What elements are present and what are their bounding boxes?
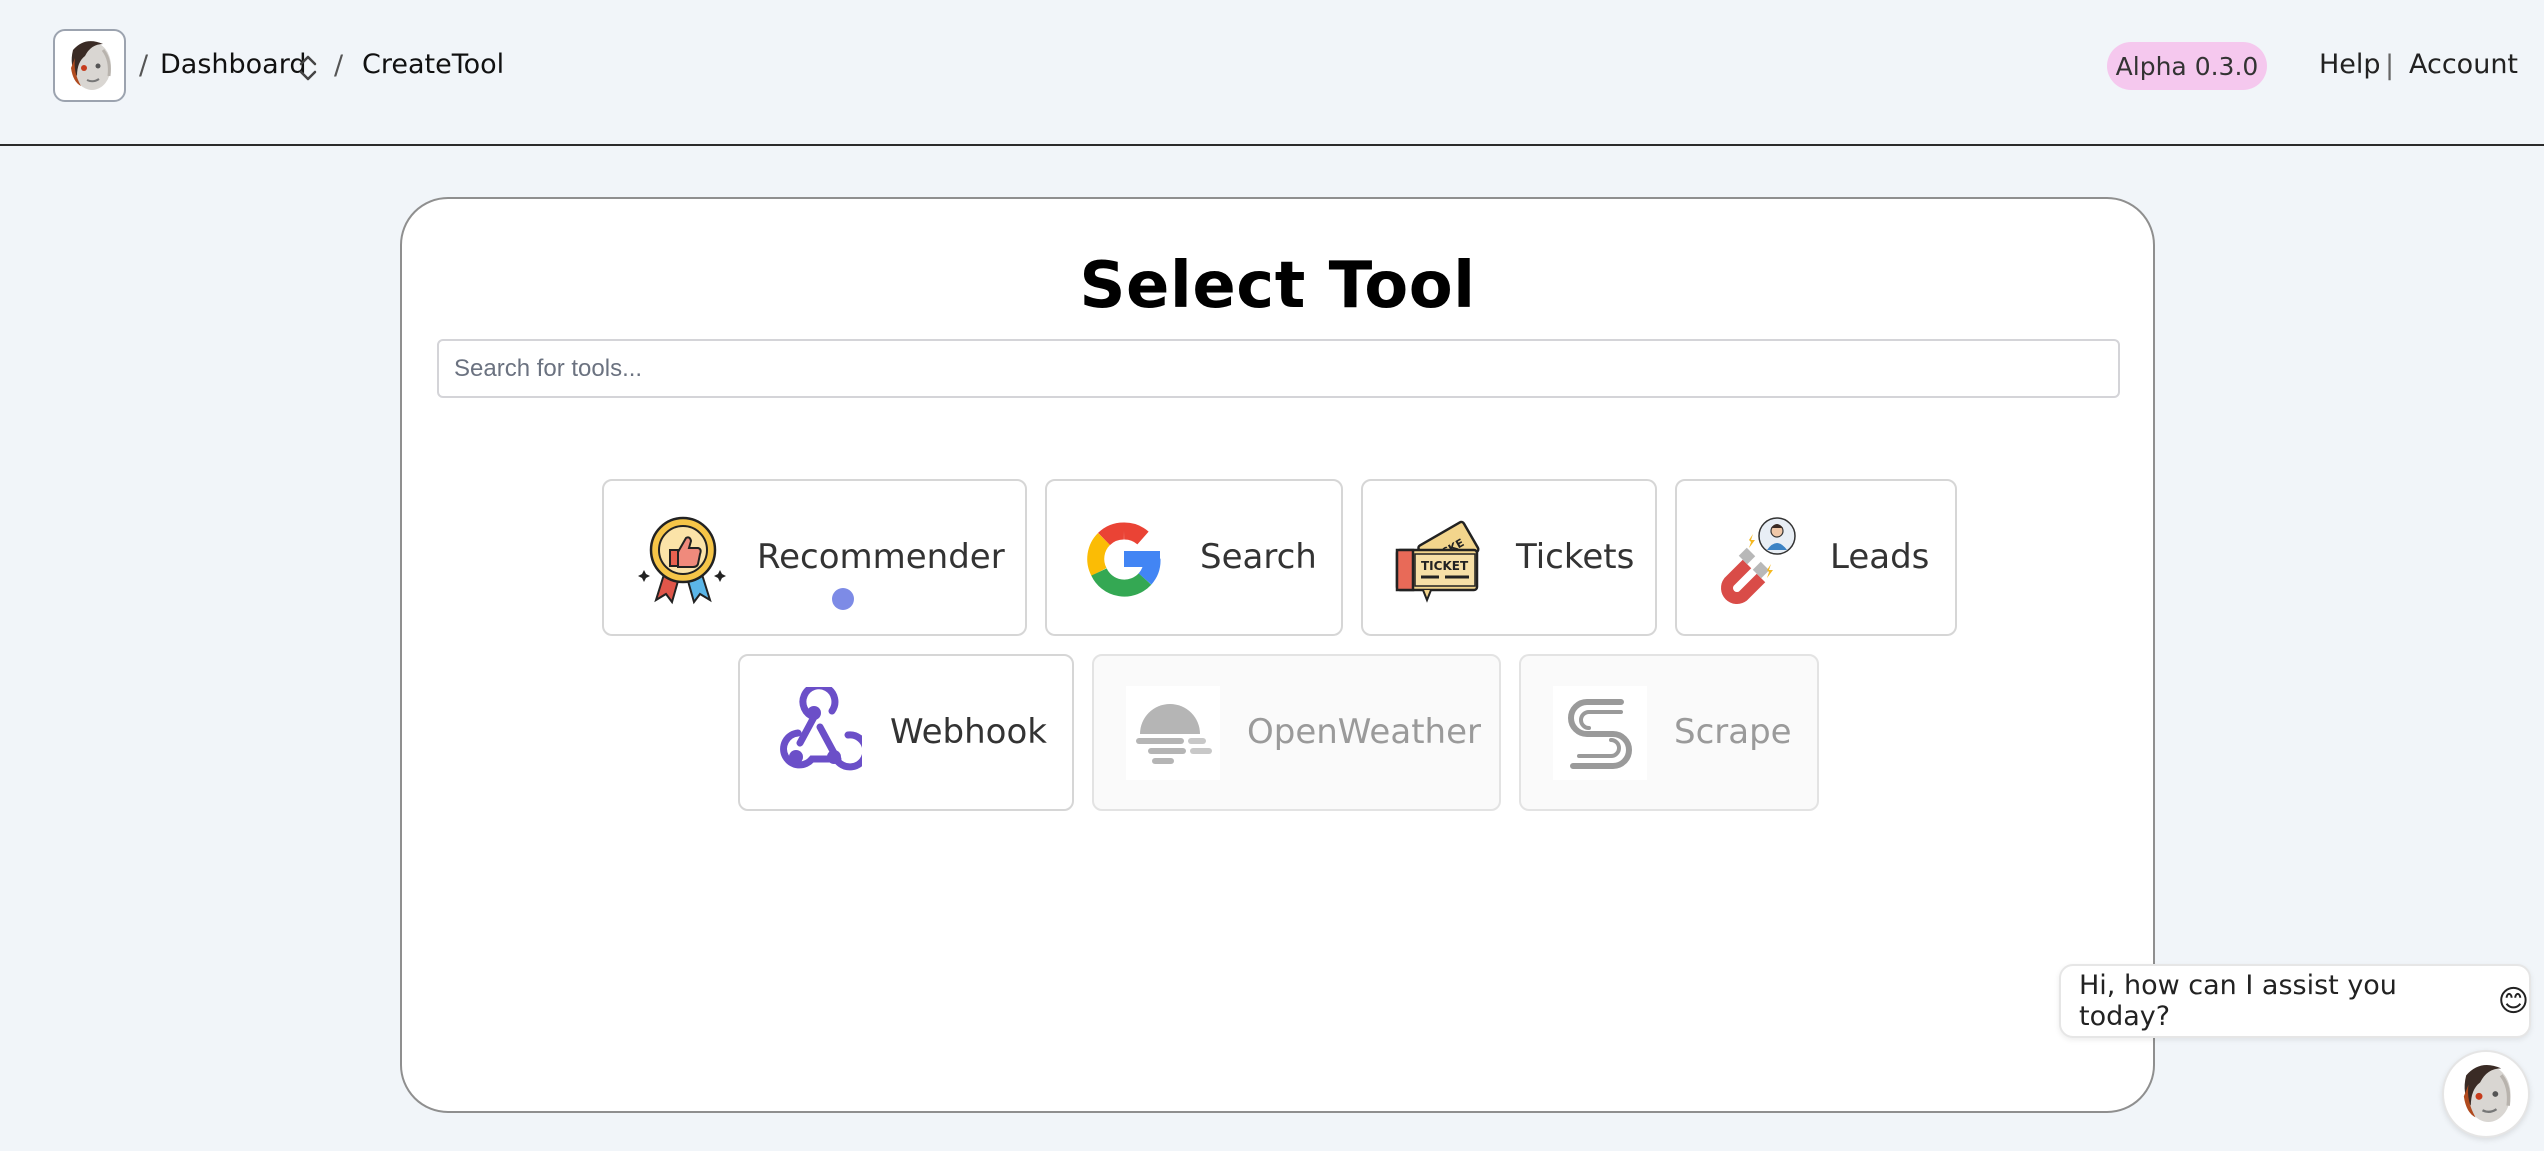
tool-card-scrape[interactable]: Scrape <box>1519 654 1819 811</box>
tool-card-tickets[interactable]: ICKE TICKET Tickets <box>1361 479 1657 636</box>
magnet-person-icon <box>1721 517 1796 604</box>
account-link[interactable]: Account <box>2409 49 2518 80</box>
tool-label: Leads <box>1830 537 1930 577</box>
chevron-up-down-icon[interactable] <box>294 52 322 84</box>
breadcrumb-separator: / <box>139 50 149 81</box>
header-divider: | <box>2385 50 2395 81</box>
svg-text:TICKET: TICKET <box>1421 559 1469 573</box>
scrape-s-icon <box>1553 686 1647 780</box>
version-badge: Alpha 0.3.0 <box>2107 42 2267 90</box>
webhook-icon <box>780 687 862 771</box>
smile-emoji-icon: 😊 <box>2497 983 2529 1019</box>
tool-card-recommender[interactable]: Recommender <box>602 479 1027 636</box>
chat-launcher-button[interactable] <box>2442 1050 2530 1138</box>
tool-card-openweather[interactable]: OpenWeather <box>1092 654 1501 811</box>
select-tool-card: Select Tool Recommender Search <box>400 197 2155 1113</box>
tool-label: Search <box>1200 537 1317 577</box>
page-title: Select Tool <box>1079 249 1476 323</box>
tool-label: Recommender <box>757 537 1005 577</box>
tool-label: Webhook <box>890 712 1047 752</box>
loading-indicator-dot <box>832 588 854 610</box>
breadcrumb-separator: / <box>334 50 344 81</box>
tool-search-input[interactable] <box>437 339 2120 398</box>
robot-face-avatar-icon <box>70 40 111 90</box>
top-header: / Dashboard / CreateTool Alpha 0.3.0 Hel… <box>0 0 2544 146</box>
home-logo-button[interactable] <box>53 29 126 102</box>
breadcrumb-dashboard[interactable]: Dashboard <box>160 49 306 80</box>
tool-card-search[interactable]: Search <box>1045 479 1343 636</box>
tool-card-leads[interactable]: Leads <box>1675 479 1957 636</box>
tool-label: Scrape <box>1674 712 1792 752</box>
chat-message: Hi, how can I assist you today? <box>2079 970 2397 1032</box>
chat-greeting-bubble[interactable]: Hi, how can I assist you today? 😊 <box>2059 964 2531 1038</box>
tool-card-webhook[interactable]: Webhook <box>738 654 1074 811</box>
robot-face-avatar-icon <box>2463 1064 2511 1122</box>
help-link[interactable]: Help <box>2319 49 2381 80</box>
award-thumbs-up-icon <box>638 516 726 605</box>
tool-label: OpenWeather <box>1247 712 1481 752</box>
weather-fog-icon <box>1126 686 1220 780</box>
tool-label: Tickets <box>1516 537 1635 577</box>
ticket-icon: ICKE TICKET <box>1395 520 1480 603</box>
google-g-icon <box>1087 522 1161 597</box>
breadcrumb-createtool: CreateTool <box>362 49 505 80</box>
